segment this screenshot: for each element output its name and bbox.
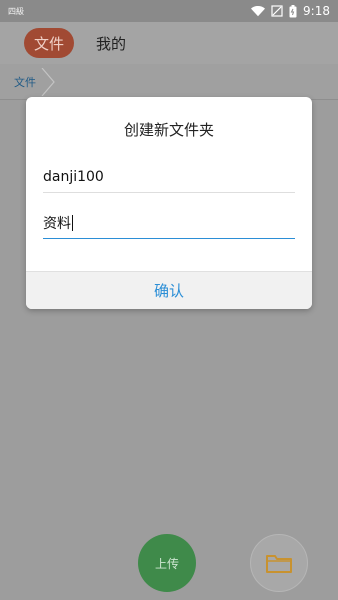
battery-icon <box>289 4 297 17</box>
signal-icon <box>271 5 283 17</box>
tab-files[interactable]: 文件 <box>24 28 74 58</box>
upload-button[interactable]: 上传 <box>138 534 196 592</box>
folder-path-value: danji100 <box>43 168 104 185</box>
confirm-button[interactable]: 确认 <box>26 271 312 309</box>
tab-mine[interactable]: 我的 <box>96 28 126 58</box>
text-cursor <box>72 214 73 231</box>
folder-icon <box>266 555 292 573</box>
top-tabs: 文件 我的 <box>0 22 338 64</box>
breadcrumb-bar: 文件 <box>0 64 338 100</box>
folder-name-input[interactable]: 资料 <box>43 207 295 239</box>
wifi-icon <box>251 6 266 17</box>
create-folder-dialog: 创建新文件夹 danji100 资料 确认 <box>26 97 312 309</box>
breadcrumb-chevron-icon <box>41 68 55 96</box>
carrier-label: 四級 <box>8 6 24 16</box>
clock: 9:18 <box>303 4 330 18</box>
folder-path-field[interactable]: danji100 <box>43 161 295 193</box>
status-bar: 四級 9:18 <box>0 0 338 22</box>
status-icons: 9:18 <box>251 4 330 18</box>
upload-label: 上传 <box>154 556 179 571</box>
new-folder-button[interactable] <box>250 534 308 592</box>
folder-name-value: 资料 <box>43 215 71 232</box>
dialog-title: 创建新文件夹 <box>123 121 214 139</box>
breadcrumb-item-files[interactable]: 文件 <box>0 64 36 100</box>
